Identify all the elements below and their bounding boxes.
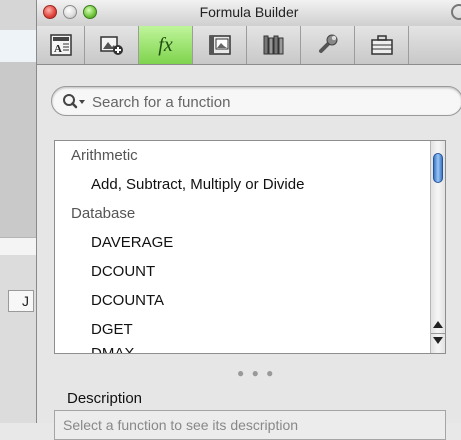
scroll-up-arrow-icon[interactable] xyxy=(433,321,443,328)
formula-builder-window: Formula Builder A fx Search for a functi… xyxy=(36,0,461,440)
list-item[interactable]: DMAX xyxy=(91,343,134,353)
tool-library[interactable] xyxy=(247,26,301,64)
fx-icon: fx xyxy=(158,33,173,56)
suitcase-icon xyxy=(370,35,393,55)
search-icon[interactable] xyxy=(62,93,88,111)
tool-photo-album[interactable] xyxy=(193,26,247,64)
column-header-label[interactable]: J xyxy=(8,290,34,312)
library-icon xyxy=(263,35,283,55)
scrollbar-thumb[interactable] xyxy=(433,153,443,183)
list-item[interactable]: Add, Subtract, Multiply or Divide xyxy=(91,174,304,196)
background-band xyxy=(0,62,36,237)
list-scrollbar[interactable] xyxy=(430,141,445,353)
split-view-handle-icon[interactable]: ● ● ● xyxy=(237,366,275,380)
wrench-icon xyxy=(318,34,337,53)
photo-album-icon xyxy=(208,35,231,55)
toolbar-toggle-button[interactable] xyxy=(451,4,461,20)
text-box-icon: A xyxy=(49,34,72,56)
list-category-header[interactable]: Database xyxy=(71,203,135,225)
tool-inspector[interactable] xyxy=(301,26,355,64)
function-list: Arithmetic Add, Subtract, Multiply or Di… xyxy=(54,140,446,354)
toolbar: A fx xyxy=(37,26,461,65)
background-band xyxy=(0,30,36,63)
tool-media[interactable] xyxy=(85,26,139,64)
window-title: Formula Builder xyxy=(199,4,299,20)
title-bar[interactable]: Formula Builder xyxy=(37,0,461,26)
list-item[interactable]: DCOUNT xyxy=(91,261,155,283)
list-item[interactable]: DAVERAGE xyxy=(91,232,173,254)
scroll-arrow-divider xyxy=(431,333,445,334)
tool-clipboard[interactable] xyxy=(355,26,409,64)
background-band xyxy=(0,255,36,423)
list-item[interactable]: DGET xyxy=(91,319,133,341)
search-input[interactable] xyxy=(90,91,454,113)
scroll-down-arrow-icon[interactable] xyxy=(433,337,443,344)
function-search-field[interactable] xyxy=(51,86,461,116)
description-label: Description xyxy=(67,390,143,407)
description-text: Select a function to see its description xyxy=(54,410,446,440)
tool-formula-builder[interactable]: fx xyxy=(139,26,193,64)
svg-text:A: A xyxy=(54,43,62,55)
media-icon xyxy=(99,36,123,55)
background-band xyxy=(0,237,36,257)
tool-text-box[interactable]: A xyxy=(37,26,85,64)
list-item[interactable]: DCOUNTA xyxy=(91,290,164,312)
list-category-header[interactable]: Arithmetic xyxy=(71,145,138,167)
